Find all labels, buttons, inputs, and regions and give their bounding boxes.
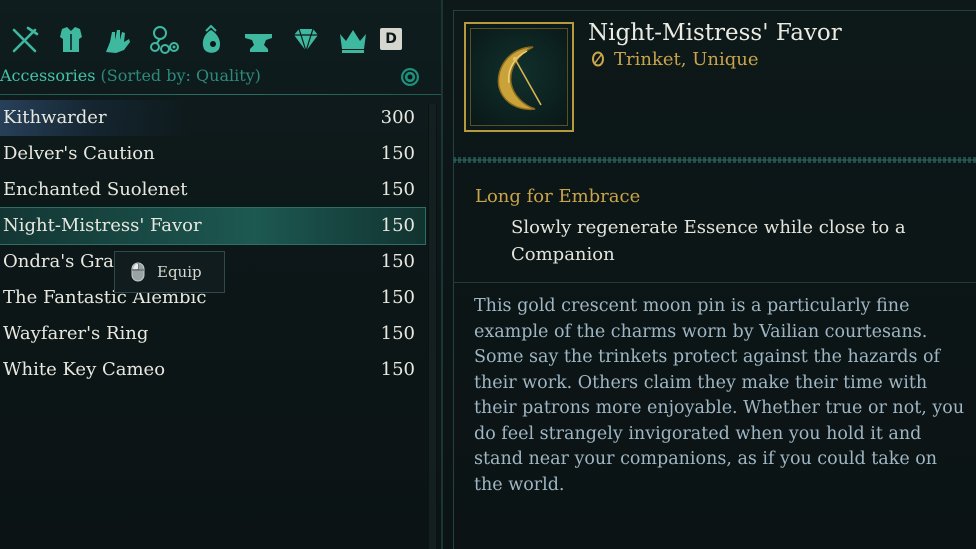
equip-tooltip[interactable]: Equip <box>114 251 225 293</box>
item-list: Kithwarder 300 Delver's Caution 150 Ench… <box>0 100 426 388</box>
list-item[interactable]: Kithwarder 300 <box>0 100 425 136</box>
list-item[interactable]: White Key Cameo 150 <box>0 352 425 388</box>
item-name: Kithwarder <box>3 107 107 128</box>
item-title: Night-Mistress' Favor <box>588 20 842 46</box>
list-item[interactable]: Delver's Caution 150 <box>0 136 425 172</box>
scroll-thumb[interactable] <box>429 104 436 549</box>
chest-armor-icon[interactable] <box>54 22 88 58</box>
mouse-left-click-icon <box>131 262 145 282</box>
item-name: Enchanted Suolenet <box>3 179 188 200</box>
pouch-icon[interactable] <box>194 22 228 58</box>
crossed-weapons-icon[interactable] <box>8 22 42 58</box>
sort-label[interactable]: (Sorted by: Quality) <box>101 66 261 85</box>
gauntlet-icon[interactable] <box>100 22 134 58</box>
gem-icon[interactable] <box>289 22 323 58</box>
item-name: Night-Mistress' Favor <box>3 215 202 236</box>
flavor-text: This gold crescent moon pin is a particu… <box>474 296 965 495</box>
anvil-icon[interactable] <box>242 22 276 58</box>
item-quality: 150 <box>380 179 415 200</box>
filter-ring-icon[interactable] <box>400 67 420 87</box>
list-item[interactable]: Enchanted Suolenet 150 <box>0 172 425 208</box>
list-item-selected[interactable]: Night-Mistress' Favor 150 <box>0 207 426 245</box>
item-name: White Key Cameo <box>3 359 166 380</box>
ornament-divider <box>453 157 976 163</box>
item-portrait <box>464 22 574 132</box>
item-subtitle-row: Trinket, Unique <box>590 49 758 70</box>
ability-description: Slowly regenerate Essence while close to… <box>511 217 906 265</box>
item-quality: 300 <box>380 107 415 128</box>
item-name: Delver's Caution <box>3 143 155 164</box>
crown-icon[interactable] <box>336 22 370 58</box>
crescent-moon-pin-icon <box>497 46 542 111</box>
header-divider <box>0 94 441 95</box>
item-quality: 150 <box>380 143 415 164</box>
item-portrait-inner <box>470 28 568 126</box>
ability-name: Long for Embrace <box>475 186 641 207</box>
list-item[interactable]: Wayfarer's Ring 150 <box>0 316 425 352</box>
item-quality: 150 <box>380 215 415 236</box>
item-quality: 150 <box>380 287 415 308</box>
list-header: Accessories (Sorted by: Quality) <box>0 66 261 85</box>
trinket-ring-icon <box>592 51 604 67</box>
equip-label: Equip <box>157 263 202 281</box>
item-quality: 150 <box>380 359 415 380</box>
list-title: Accessories <box>0 66 96 85</box>
category-bar: D <box>0 22 441 58</box>
item-name: Ondra's Grac <box>3 251 124 272</box>
necklace-icon[interactable] <box>147 22 181 58</box>
key-hint-d: D <box>380 28 402 50</box>
section-divider <box>453 282 976 283</box>
list-scrollbar[interactable] <box>428 104 437 549</box>
item-subtitle: Trinket, Unique <box>614 49 759 70</box>
item-quality: 150 <box>380 323 415 344</box>
item-quality: 150 <box>380 251 415 272</box>
item-name: Wayfarer's Ring <box>3 323 149 344</box>
